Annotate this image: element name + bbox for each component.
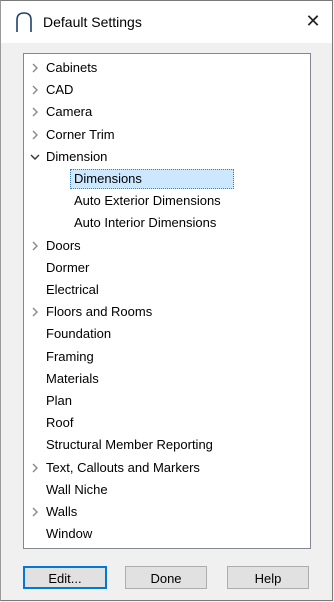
tree-item-label: Plan xyxy=(46,393,73,408)
tree-item-label: Floors and Rooms xyxy=(46,304,153,320)
chevron-right-icon[interactable] xyxy=(30,241,40,251)
tree-item[interactable]: Walls xyxy=(24,502,310,522)
chevron-down-icon[interactable] xyxy=(30,152,40,162)
close-button[interactable]: ✕ xyxy=(298,7,328,35)
chevron-right-icon[interactable] xyxy=(30,463,40,473)
tree-item[interactable]: Floors and Rooms xyxy=(24,302,310,322)
chevron-right-icon[interactable] xyxy=(30,130,40,140)
title-bar[interactable]: Default Settings ✕ xyxy=(1,1,332,43)
tree-item-label: Corner Trim xyxy=(46,126,115,142)
edit-button[interactable]: Edit... xyxy=(23,566,107,589)
tree-item-label: Text, Callouts and Markers xyxy=(46,459,200,475)
tree-item-label: Dormer xyxy=(46,259,90,275)
tree-item[interactable]: Doors xyxy=(24,236,310,256)
help-button[interactable]: Help xyxy=(227,566,309,589)
tree-item-label: Dimensions xyxy=(70,169,234,189)
tree-item[interactable]: Wall Niche xyxy=(24,480,310,500)
chevron-right-icon[interactable] xyxy=(30,307,40,317)
tree-item-label: Cabinets xyxy=(46,60,98,75)
tree-item[interactable]: Cabinets xyxy=(24,58,310,78)
tree-item[interactable]: Text, Callouts and Markers xyxy=(24,458,310,478)
tree-item-label: Dimension xyxy=(46,148,108,164)
close-icon: ✕ xyxy=(305,11,321,31)
tree-item[interactable]: Roof xyxy=(24,413,310,433)
tree-item[interactable]: Plan xyxy=(24,391,310,411)
tree-item-label: Wall Niche xyxy=(46,481,108,497)
done-button[interactable]: Done xyxy=(125,566,207,589)
tree-item-label: Auto Exterior Dimensions xyxy=(74,193,221,209)
tree-item[interactable]: Electrical xyxy=(24,280,310,300)
tree-item-label: Roof xyxy=(46,415,74,431)
tree-item-label: CAD xyxy=(46,82,74,98)
chevron-right-icon[interactable] xyxy=(30,507,40,517)
tree-item-label: Electrical xyxy=(46,282,99,297)
tree-item-label: Walls xyxy=(46,504,78,519)
tree-item[interactable]: Corner Trim xyxy=(24,125,310,145)
tree-item[interactable]: Auto Interior Dimensions xyxy=(24,213,310,233)
arc-door-icon xyxy=(16,12,32,32)
tree-item[interactable]: Framing xyxy=(24,347,310,367)
tree-item-label: Materials xyxy=(46,370,99,386)
settings-tree[interactable]: Cabinets CAD Camera Corner Trim Dimension Dim… xyxy=(23,53,311,549)
tree-item[interactable]: Dormer xyxy=(24,258,310,278)
tree-item[interactable]: Window xyxy=(24,524,310,544)
tree-item[interactable]: Camera xyxy=(24,102,310,122)
tree-item-label: Structural Member Reporting xyxy=(46,437,213,453)
default-settings-dialog: Default Settings ✕ Cabinets CAD Camera Corn… xyxy=(0,0,333,601)
chevron-right-icon[interactable] xyxy=(30,107,40,117)
tree-item[interactable]: Structural Member Reporting xyxy=(24,435,310,455)
tree-item[interactable]: CAD xyxy=(24,80,310,100)
tree-item[interactable]: Materials xyxy=(24,369,310,389)
tree-item[interactable]: Auto Exterior Dimensions xyxy=(24,191,310,211)
chevron-right-icon[interactable] xyxy=(30,63,40,73)
window-title: Default Settings xyxy=(43,14,142,30)
tree-item[interactable]: Foundation xyxy=(24,324,310,344)
tree-item[interactable]: Dimension xyxy=(24,147,310,167)
tree-item-label: Camera xyxy=(46,104,93,120)
tree-item-label: Window xyxy=(46,526,93,542)
tree-item-label: Doors xyxy=(46,237,81,253)
tree-item-label: Framing xyxy=(46,348,94,364)
tree-item-label: Foundation xyxy=(46,326,112,342)
tree-item-label: Auto Interior Dimensions xyxy=(74,215,217,231)
chevron-right-icon[interactable] xyxy=(30,85,40,95)
tree-item[interactable]: Dimensions xyxy=(24,169,310,189)
